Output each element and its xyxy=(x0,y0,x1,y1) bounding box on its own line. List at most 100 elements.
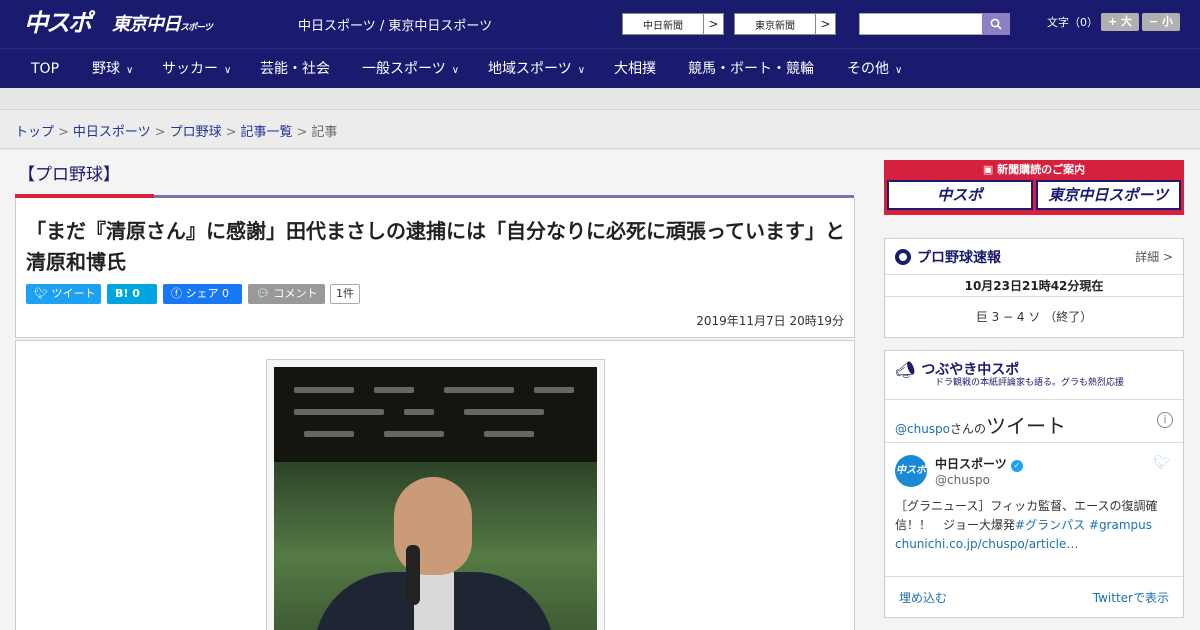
scoreboard-background xyxy=(274,367,597,462)
tweet-link[interactable]: chunichi.co.jp/chuspo/article… xyxy=(895,537,1078,551)
embed-link[interactable]: 埋め込む xyxy=(899,589,947,606)
nav-item-top[interactable]: TOP xyxy=(31,49,59,89)
game-score[interactable]: 巨 3 − 4 ソ （終了） xyxy=(885,297,1183,337)
breadcrumb: トップ > 中日スポーツ > プロ野球 > 記事一覧 > 記事 xyxy=(0,111,1200,149)
nav-item-label: 一般スポーツ xyxy=(362,61,446,77)
comment-button[interactable]: 💬︎ コメント xyxy=(248,284,325,304)
chunichi-shimbun-link[interactable]: 中日新聞 > xyxy=(622,13,724,35)
tweet-button[interactable]: 🐦︎ ツイート xyxy=(26,284,101,304)
ad-band xyxy=(0,88,1200,110)
subscription-title-text: 新聞購読のご案内 xyxy=(997,163,1086,176)
site-title[interactable]: 中日スポーツ / 東京中日スポーツ xyxy=(298,15,492,34)
chevron-down-icon: ∨ xyxy=(577,65,586,76)
breadcrumb-pro-baseball[interactable]: プロ野球 xyxy=(170,125,222,140)
breadcrumb-current: 記事 xyxy=(311,125,338,140)
twitter-widget-subtitle: ドラ観戦の本紙評論家も語る。グラも熱烈応援 xyxy=(935,378,1125,388)
speech-bubble-icon: 💬︎ xyxy=(256,287,270,300)
nav-item-label: 芸能・社会 xyxy=(260,61,330,77)
nav-item-other[interactable]: その他 ∨ xyxy=(847,49,902,89)
nav-item-label: 野球 xyxy=(92,61,120,77)
search-icon xyxy=(990,18,1002,30)
nav-item-label: 大相撲 xyxy=(614,61,656,77)
chevron-down-icon: ∨ xyxy=(126,65,134,76)
twitter-bird-icon: 🐦︎ xyxy=(34,287,48,300)
tweet-timeline-header: @chuspoさんのツイート i xyxy=(885,399,1183,443)
chuspo-logo[interactable]: 中スポ xyxy=(24,8,92,38)
font-larger-button[interactable]: + 大 xyxy=(1101,13,1139,31)
breadcrumb-separator: > xyxy=(154,125,166,140)
baseball-scores-widget: プロ野球速報 詳細 > 10月23日21時42分現在 巨 3 − 4 ソ （終了… xyxy=(884,238,1184,338)
tokyo-shimbun-label: 東京新聞 xyxy=(755,20,795,32)
nav-item-sumo[interactable]: 大相撲 xyxy=(614,49,656,89)
tokyo-chunichi-logo-small: スポーツ xyxy=(180,23,213,33)
tweet-account-id[interactable]: @chuspo xyxy=(935,473,990,487)
newspaper-icon: ▣ xyxy=(982,163,994,176)
nav-item-soccer[interactable]: サッカー ∨ xyxy=(162,49,231,89)
handle-suffix: さんの xyxy=(950,422,987,436)
hatena-bookmark-button[interactable]: B! 0 xyxy=(107,284,157,304)
nav-item-regional-sports[interactable]: 地域スポーツ ∨ xyxy=(488,49,585,89)
top-bar: 中スポ 東京中日スポーツ 中日スポーツ / 東京中日スポーツ 中日新聞 > 東京… xyxy=(0,0,1200,48)
article-category: 【プロ野球】 xyxy=(18,165,120,185)
baseball-detail-link[interactable]: 詳細 > xyxy=(1135,248,1173,265)
baseball-icon xyxy=(895,248,911,265)
twitter-bird-icon[interactable]: 🐦︎ xyxy=(1153,455,1171,471)
breadcrumb-separator: > xyxy=(296,125,308,140)
article-date: 2019年11月7日 20時19分 xyxy=(696,314,844,328)
breadcrumb-separator: > xyxy=(225,125,237,140)
font-smaller-button[interactable]: − 小 xyxy=(1142,13,1180,31)
search-button[interactable] xyxy=(982,13,1010,35)
subscription-banner[interactable]: ▣ 新聞購読のご案内 中スポ 東京中日スポーツ xyxy=(884,160,1184,215)
breadcrumb-article-list[interactable]: 記事一覧 xyxy=(241,125,293,140)
chevron-right-icon: > xyxy=(703,14,723,34)
tweet-footer: 埋め込む Twitterで表示 xyxy=(885,576,1183,618)
view-on-twitter-link[interactable]: Twitterで表示 xyxy=(1093,589,1169,606)
avatar[interactable]: 中スポ xyxy=(895,455,927,487)
facebook-share-label: シェア xyxy=(185,287,219,300)
breadcrumb-separator: > xyxy=(58,125,69,140)
person-shirt xyxy=(414,572,454,630)
breadcrumb-top[interactable]: トップ xyxy=(15,125,54,140)
nav-item-baseball[interactable]: 野球 ∨ xyxy=(92,49,133,89)
microphone xyxy=(406,545,420,605)
chevron-right-icon: > xyxy=(815,14,835,34)
nav-item-general-sports[interactable]: 一般スポーツ ∨ xyxy=(362,49,459,89)
search-input[interactable] xyxy=(859,13,983,35)
chevron-down-icon: ∨ xyxy=(451,65,460,76)
subscribe-chuspo-logo[interactable]: 中スポ xyxy=(887,180,1033,210)
nav-item-entertainment[interactable]: 芸能・社会 xyxy=(260,49,330,89)
tweet-label: ツイート xyxy=(51,287,96,300)
tokyo-shimbun-link[interactable]: 東京新聞 > xyxy=(734,13,836,35)
chevron-down-icon: ∨ xyxy=(895,65,903,76)
account-name-text: 中日スポーツ xyxy=(935,457,1007,471)
nav-item-racing[interactable]: 競馬・ボート・競輪 xyxy=(688,49,814,89)
tweet-hashtags[interactable]: #グランパス #grampus xyxy=(1015,518,1152,532)
article-headline: 「まだ『清原さん』に感謝」田代まさしの逮捕には「自分なりに必死に頑張っています」… xyxy=(26,219,845,274)
nav-item-label: 競馬・ボート・競輪 xyxy=(688,61,814,77)
breadcrumb-chunichi-sports[interactable]: 中日スポーツ xyxy=(73,125,151,140)
twitter-widget: 📣︎ つぶやき中スポ ドラ観戦の本紙評論家も語る。グラも熱烈応援 @chuspo… xyxy=(884,350,1184,618)
tweets-heading: ツイート xyxy=(986,414,1067,438)
facebook-icon: ⓕ xyxy=(171,287,182,300)
hatena-count: 0 xyxy=(132,287,140,300)
chevron-down-icon: ∨ xyxy=(224,65,232,76)
score-timestamp: 10月23日21時42分現在 xyxy=(885,275,1183,297)
twitter-handle-link[interactable]: @chuspo xyxy=(895,422,950,436)
nav-item-label: サッカー xyxy=(162,61,218,77)
tweet-text: ［グラニュース］フィッカ監督、エースの復調確信！！ ジョー大爆発#グランパス #… xyxy=(895,497,1175,554)
chunichi-shimbun-label: 中日新聞 xyxy=(643,20,683,32)
facebook-count: 0 xyxy=(222,287,229,300)
subscribe-tokyo-chunichi-logo[interactable]: 東京中日スポーツ xyxy=(1035,180,1181,210)
comment-count-badge[interactable]: 1件 xyxy=(330,284,360,304)
tokyo-chunichi-logo-text: 東京中日 xyxy=(112,14,181,35)
megaphone-icon: 📣︎ xyxy=(895,359,916,379)
tokyo-chunichi-logo[interactable]: 東京中日スポーツ xyxy=(112,12,213,38)
hatena-icon: B! xyxy=(115,287,129,300)
comment-label: コメント xyxy=(273,287,318,300)
article-photo[interactable] xyxy=(274,367,597,630)
nav-item-label: TOP xyxy=(31,61,60,77)
info-icon[interactable]: i xyxy=(1157,412,1173,428)
baseball-widget-title: プロ野球速報 xyxy=(917,249,1001,266)
tweet-account-name[interactable]: 中日スポーツ ✓ xyxy=(935,455,1023,472)
facebook-share-button[interactable]: ⓕ シェア 0 xyxy=(163,284,242,304)
